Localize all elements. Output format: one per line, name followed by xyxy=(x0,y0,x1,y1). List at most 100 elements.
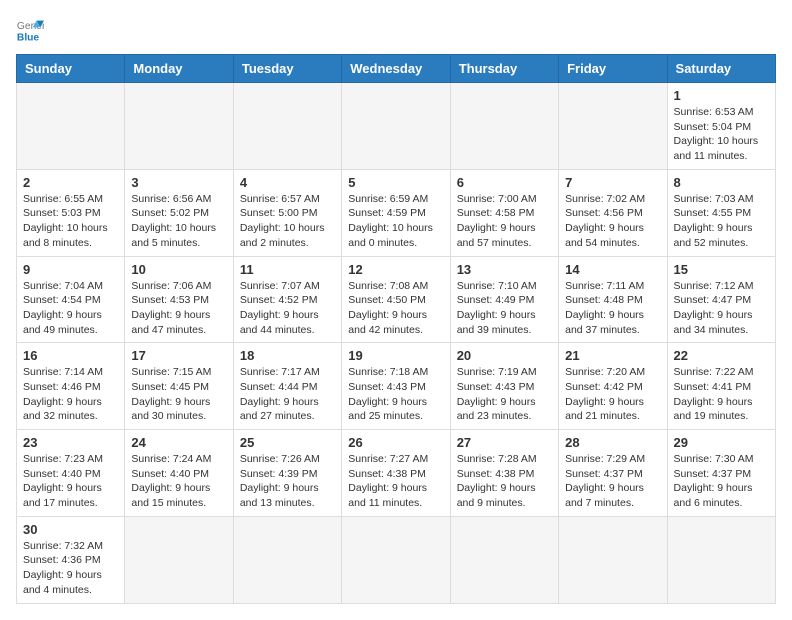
day-cell: 28 Sunrise: 7:29 AM Sunset: 4:37 PM Dayli… xyxy=(559,430,667,517)
day-info: Sunrise: 7:10 AM Sunset: 4:49 PM Dayligh… xyxy=(457,279,552,338)
day-info: Sunrise: 7:29 AM Sunset: 4:37 PM Dayligh… xyxy=(565,452,660,511)
weekday-header-monday: Monday xyxy=(125,55,233,83)
day-cell xyxy=(125,83,233,170)
day-number: 24 xyxy=(131,435,226,450)
day-number: 2 xyxy=(23,175,118,190)
day-number: 1 xyxy=(674,88,769,103)
day-number: 18 xyxy=(240,348,335,363)
day-number: 9 xyxy=(23,262,118,277)
day-cell xyxy=(667,516,775,603)
day-number: 25 xyxy=(240,435,335,450)
day-cell: 23 Sunrise: 7:23 AM Sunset: 4:40 PM Dayli… xyxy=(17,430,125,517)
day-cell: 10 Sunrise: 7:06 AM Sunset: 4:53 PM Dayli… xyxy=(125,256,233,343)
weekday-header-row: SundayMondayTuesdayWednesdayThursdayFrid… xyxy=(17,55,776,83)
day-cell: 15Sunrise: 7:12 AM Sunset: 4:47 PM Dayli… xyxy=(667,256,775,343)
weekday-header-tuesday: Tuesday xyxy=(233,55,341,83)
calendar-table: SundayMondayTuesdayWednesdayThursdayFrid… xyxy=(16,54,776,604)
day-info: Sunrise: 6:56 AM Sunset: 5:02 PM Dayligh… xyxy=(131,192,226,251)
day-cell: 1 Sunrise: 6:53 AM Sunset: 5:04 PM Daylig… xyxy=(667,83,775,170)
day-info: Sunrise: 7:06 AM Sunset: 4:53 PM Dayligh… xyxy=(131,279,226,338)
day-cell: 17 Sunrise: 7:15 AM Sunset: 4:45 PM Dayli… xyxy=(125,343,233,430)
day-info: Sunrise: 6:57 AM Sunset: 5:00 PM Dayligh… xyxy=(240,192,335,251)
day-info: Sunrise: 7:32 AM Sunset: 4:36 PM Dayligh… xyxy=(23,539,118,598)
day-cell: 6 Sunrise: 7:00 AM Sunset: 4:58 PM Daylig… xyxy=(450,169,558,256)
day-number: 3 xyxy=(131,175,226,190)
day-cell: 14Sunrise: 7:11 AM Sunset: 4:48 PM Dayli… xyxy=(559,256,667,343)
day-info: Sunrise: 6:53 AM Sunset: 5:04 PM Dayligh… xyxy=(674,105,769,164)
weekday-header-thursday: Thursday xyxy=(450,55,558,83)
week-row-5: 30 Sunrise: 7:32 AM Sunset: 4:36 PM Dayli… xyxy=(17,516,776,603)
day-number: 10 xyxy=(131,262,226,277)
day-cell xyxy=(342,83,450,170)
day-info: Sunrise: 7:00 AM Sunset: 4:58 PM Dayligh… xyxy=(457,192,552,251)
day-cell: 2Sunrise: 6:55 AM Sunset: 5:03 PM Daylig… xyxy=(17,169,125,256)
day-cell: 7Sunrise: 7:02 AM Sunset: 4:56 PM Daylig… xyxy=(559,169,667,256)
day-cell: 24 Sunrise: 7:24 AM Sunset: 4:40 PM Dayli… xyxy=(125,430,233,517)
day-number: 5 xyxy=(348,175,443,190)
weekday-header-saturday: Saturday xyxy=(667,55,775,83)
day-number: 20 xyxy=(457,348,552,363)
day-info: Sunrise: 6:59 AM Sunset: 4:59 PM Dayligh… xyxy=(348,192,443,251)
day-number: 29 xyxy=(674,435,769,450)
day-cell xyxy=(233,516,341,603)
day-cell xyxy=(450,516,558,603)
day-number: 11 xyxy=(240,262,335,277)
day-cell: 11 Sunrise: 7:07 AM Sunset: 4:52 PM Dayli… xyxy=(233,256,341,343)
day-info: Sunrise: 7:19 AM Sunset: 4:43 PM Dayligh… xyxy=(457,365,552,424)
day-info: Sunrise: 7:18 AM Sunset: 4:43 PM Dayligh… xyxy=(348,365,443,424)
day-info: Sunrise: 7:08 AM Sunset: 4:50 PM Dayligh… xyxy=(348,279,443,338)
day-cell: 16 Sunrise: 7:14 AM Sunset: 4:46 PM Dayli… xyxy=(17,343,125,430)
day-number: 4 xyxy=(240,175,335,190)
day-cell: 20 Sunrise: 7:19 AM Sunset: 4:43 PM Dayli… xyxy=(450,343,558,430)
day-cell: 26Sunrise: 7:27 AM Sunset: 4:38 PM Dayli… xyxy=(342,430,450,517)
day-info: Sunrise: 7:26 AM Sunset: 4:39 PM Dayligh… xyxy=(240,452,335,511)
day-cell: 30 Sunrise: 7:32 AM Sunset: 4:36 PM Dayli… xyxy=(17,516,125,603)
day-number: 8 xyxy=(674,175,769,190)
week-row-2: 9Sunrise: 7:04 AM Sunset: 4:54 PM Daylig… xyxy=(17,256,776,343)
day-cell: 8 Sunrise: 7:03 AM Sunset: 4:55 PM Daylig… xyxy=(667,169,775,256)
day-info: Sunrise: 7:03 AM Sunset: 4:55 PM Dayligh… xyxy=(674,192,769,251)
day-cell xyxy=(450,83,558,170)
day-info: Sunrise: 7:14 AM Sunset: 4:46 PM Dayligh… xyxy=(23,365,118,424)
day-cell xyxy=(559,516,667,603)
day-number: 22 xyxy=(674,348,769,363)
day-cell: 4 Sunrise: 6:57 AM Sunset: 5:00 PM Daylig… xyxy=(233,169,341,256)
day-number: 12 xyxy=(348,262,443,277)
day-info: Sunrise: 7:24 AM Sunset: 4:40 PM Dayligh… xyxy=(131,452,226,511)
day-info: Sunrise: 7:30 AM Sunset: 4:37 PM Dayligh… xyxy=(674,452,769,511)
svg-text:Blue: Blue xyxy=(17,32,40,43)
weekday-header-sunday: Sunday xyxy=(17,55,125,83)
day-number: 17 xyxy=(131,348,226,363)
day-info: Sunrise: 7:23 AM Sunset: 4:40 PM Dayligh… xyxy=(23,452,118,511)
day-cell: 5 Sunrise: 6:59 AM Sunset: 4:59 PM Daylig… xyxy=(342,169,450,256)
day-cell: 13Sunrise: 7:10 AM Sunset: 4:49 PM Dayli… xyxy=(450,256,558,343)
day-number: 23 xyxy=(23,435,118,450)
day-cell: 25 Sunrise: 7:26 AM Sunset: 4:39 PM Dayli… xyxy=(233,430,341,517)
day-cell: 9Sunrise: 7:04 AM Sunset: 4:54 PM Daylig… xyxy=(17,256,125,343)
day-info: Sunrise: 7:20 AM Sunset: 4:42 PM Dayligh… xyxy=(565,365,660,424)
weekday-header-wednesday: Wednesday xyxy=(342,55,450,83)
header-area: General Blue xyxy=(16,16,776,44)
day-number: 6 xyxy=(457,175,552,190)
day-number: 19 xyxy=(348,348,443,363)
day-number: 30 xyxy=(23,522,118,537)
day-cell: 21Sunrise: 7:20 AM Sunset: 4:42 PM Dayli… xyxy=(559,343,667,430)
day-cell: 19 Sunrise: 7:18 AM Sunset: 4:43 PM Dayli… xyxy=(342,343,450,430)
day-info: Sunrise: 7:02 AM Sunset: 4:56 PM Dayligh… xyxy=(565,192,660,251)
day-cell xyxy=(17,83,125,170)
calendar-container: General Blue SundayMondayTuesdayWednesda… xyxy=(0,0,792,620)
day-number: 28 xyxy=(565,435,660,450)
day-info: Sunrise: 7:28 AM Sunset: 4:38 PM Dayligh… xyxy=(457,452,552,511)
day-cell xyxy=(233,83,341,170)
day-number: 16 xyxy=(23,348,118,363)
day-cell xyxy=(125,516,233,603)
day-info: Sunrise: 7:12 AM Sunset: 4:47 PM Dayligh… xyxy=(674,279,769,338)
day-info: Sunrise: 7:15 AM Sunset: 4:45 PM Dayligh… xyxy=(131,365,226,424)
day-cell: 22Sunrise: 7:22 AM Sunset: 4:41 PM Dayli… xyxy=(667,343,775,430)
day-info: Sunrise: 7:07 AM Sunset: 4:52 PM Dayligh… xyxy=(240,279,335,338)
day-info: Sunrise: 7:11 AM Sunset: 4:48 PM Dayligh… xyxy=(565,279,660,338)
logo-icon: General Blue xyxy=(16,16,44,44)
day-cell: 12 Sunrise: 7:08 AM Sunset: 4:50 PM Dayli… xyxy=(342,256,450,343)
week-row-3: 16 Sunrise: 7:14 AM Sunset: 4:46 PM Dayli… xyxy=(17,343,776,430)
day-cell: 27Sunrise: 7:28 AM Sunset: 4:38 PM Dayli… xyxy=(450,430,558,517)
